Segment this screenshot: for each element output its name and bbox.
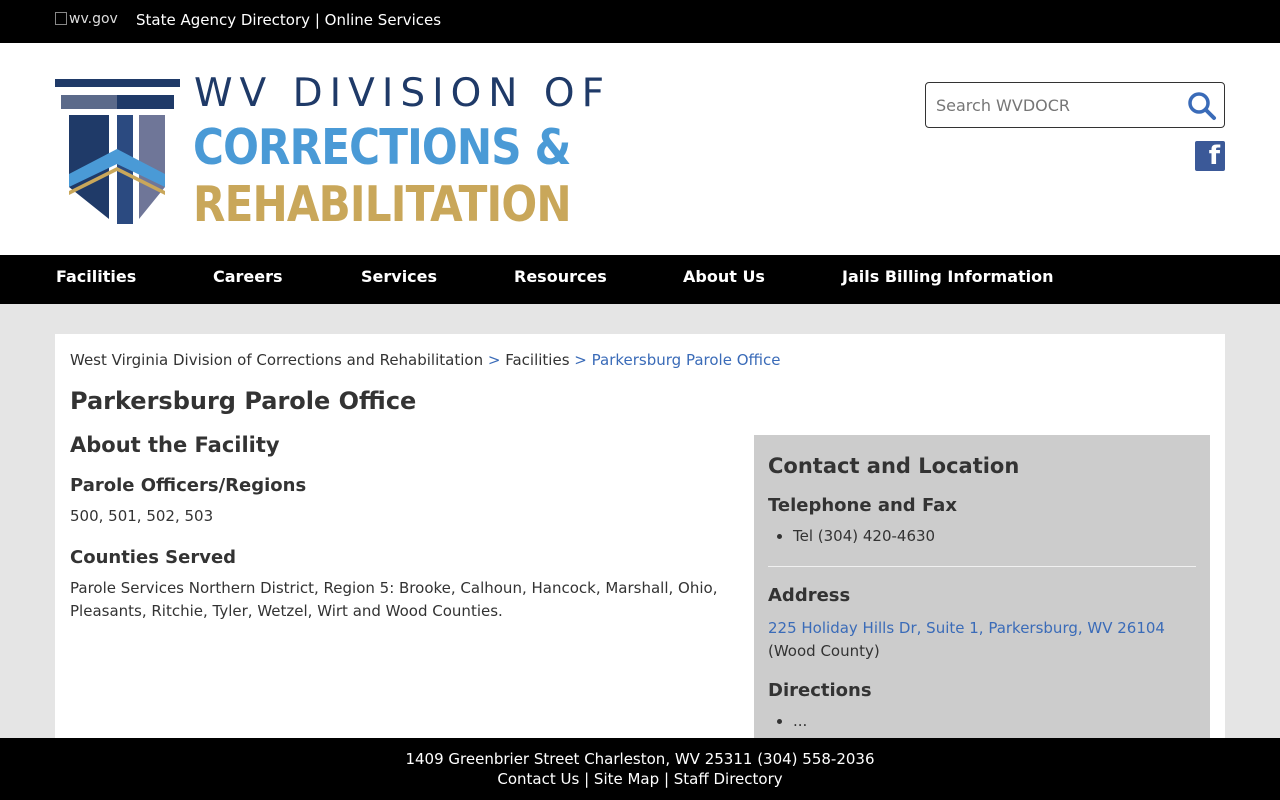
top-bar: wv.gov State Agency Directory | Online S…: [0, 0, 1280, 43]
breadcrumb-current: Parkersburg Parole Office: [591, 351, 781, 369]
contact-heading: Contact and Location: [768, 454, 1020, 478]
divider: [768, 566, 1196, 567]
footer-staff-directory-link[interactable]: Staff Directory: [674, 770, 783, 788]
broken-image-icon: [55, 12, 67, 25]
address-map-link[interactable]: 225 Holiday Hills Dr, Suite 1, Parkersbu…: [768, 619, 1165, 637]
breadcrumb-separator: >: [487, 351, 501, 369]
footer-divider: |: [663, 770, 669, 788]
main-nav: Facilities Careers Services Resources Ab…: [0, 255, 1280, 304]
county-label: (Wood County): [768, 642, 880, 660]
wv-gov-logo[interactable]: wv.gov: [55, 11, 127, 29]
footer-contact-link[interactable]: Contact Us: [497, 770, 579, 788]
directions-item: ...: [793, 712, 807, 730]
search-input[interactable]: [936, 94, 1176, 116]
counties-text-line1: Parole Services Northern District, Regio…: [70, 579, 718, 597]
contact-sidebar: Contact and Location Telephone and Fax T…: [754, 435, 1210, 765]
site-header: WV DIVISION OF CORRECTIONS & REHABILITAT…: [0, 43, 1280, 255]
nav-item-resources[interactable]: Resources: [514, 267, 607, 286]
counties-heading: Counties Served: [70, 547, 237, 568]
footer-links: Contact Us | Site Map | Staff Directory: [0, 770, 1280, 788]
state-agency-directory-link[interactable]: State Agency Directory: [136, 11, 310, 29]
search-icon[interactable]: [1186, 90, 1218, 122]
top-links-divider: |: [314, 11, 320, 29]
address-block: 225 Holiday Hills Dr, Suite 1, Parkersbu…: [768, 617, 1165, 663]
wvdocr-shield-logo-icon[interactable]: [55, 79, 180, 224]
officers-heading: Parole Officers/Regions: [70, 475, 307, 496]
address-heading: Address: [768, 585, 851, 606]
nav-item-facilities[interactable]: Facilities: [56, 267, 136, 286]
counties-text-line2: Pleasants, Ritchie, Tyler, Wetzel, Wirt …: [70, 602, 503, 620]
phone-list: Tel (304) 420-4630: [793, 527, 935, 545]
facebook-icon[interactable]: f: [1195, 141, 1225, 171]
phone-item: Tel (304) 420-4630: [793, 527, 935, 545]
nav-item-careers[interactable]: Careers: [213, 267, 283, 286]
wv-gov-logo-alt: wv.gov: [69, 11, 118, 27]
footer-divider: |: [584, 770, 590, 788]
footer-address: 1409 Greenbrier Street Charleston, WV 25…: [405, 750, 875, 768]
logo-text-division: WV DIVISION OF: [194, 71, 612, 116]
main-content: West Virginia Division of Corrections an…: [55, 334, 1225, 765]
breadcrumb: West Virginia Division of Corrections an…: [70, 351, 781, 369]
phone-heading: Telephone and Fax: [768, 495, 957, 516]
about-heading: About the Facility: [70, 433, 280, 457]
officers-value: 500, 501, 502, 503: [70, 507, 214, 525]
online-services-link[interactable]: Online Services: [325, 11, 441, 29]
breadcrumb-root-link[interactable]: West Virginia Division of Corrections an…: [70, 351, 483, 369]
directions-heading: Directions: [768, 680, 872, 701]
nav-item-about-us[interactable]: About Us: [683, 267, 765, 286]
top-links: State Agency Directory | Online Services: [136, 11, 441, 29]
nav-item-jails-billing[interactable]: Jails Billing Information: [842, 267, 1054, 286]
footer-sitemap-link[interactable]: Site Map: [594, 770, 659, 788]
breadcrumb-separator: >: [574, 351, 587, 369]
breadcrumb-facilities-link[interactable]: Facilities: [505, 351, 569, 369]
logo-text-rehabilitation: REHABILITATION: [193, 176, 572, 233]
directions-list: ...: [793, 712, 807, 730]
logo-text-corrections: CORRECTIONS &: [193, 119, 571, 176]
nav-item-services[interactable]: Services: [361, 267, 437, 286]
page-title: Parkersburg Parole Office: [70, 387, 417, 415]
site-footer: 1409 Greenbrier Street Charleston, WV 25…: [0, 738, 1280, 800]
search-box: [925, 82, 1225, 128]
